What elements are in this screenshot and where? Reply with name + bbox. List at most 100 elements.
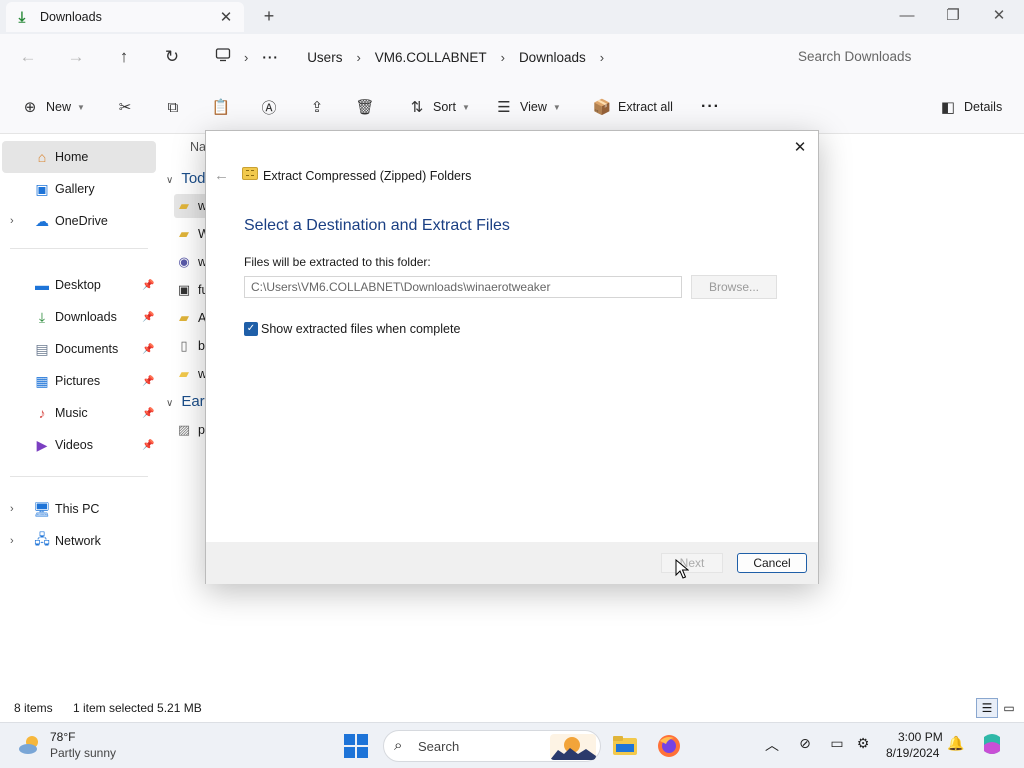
new-button[interactable]: ⊕ New ▼ bbox=[20, 94, 85, 120]
maximize-button[interactable]: ❐ bbox=[930, 4, 976, 28]
sort-button[interactable]: ⇅ Sort ▼ bbox=[407, 94, 470, 120]
sidebar-item-home[interactable]: ⌂ Home bbox=[2, 141, 156, 173]
sidebar-item-downloads[interactable]: ⤓ Downloads 📌 bbox=[2, 301, 156, 333]
weather-description[interactable]: Partly sunny bbox=[50, 746, 116, 760]
sidebar-item-desktop[interactable]: ▬ Desktop 📌 bbox=[2, 269, 156, 301]
chevron-right-icon[interactable]: › bbox=[501, 50, 505, 65]
copilot-icon[interactable] bbox=[978, 731, 1006, 759]
divider bbox=[10, 248, 148, 249]
partly-sunny-icon[interactable] bbox=[18, 733, 42, 757]
selection-info: 1 item selected 5.21 MB bbox=[73, 701, 202, 715]
browse-button[interactable]: Browse... bbox=[691, 275, 777, 299]
computer-icon[interactable] bbox=[212, 48, 234, 66]
close-tab-button[interactable]: ✕ bbox=[216, 8, 236, 26]
share-button[interactable]: ⇪ bbox=[307, 94, 327, 120]
weather-temperature[interactable]: 78°F bbox=[50, 730, 75, 744]
chevron-right-icon[interactable]: › bbox=[10, 503, 14, 515]
show-files-label[interactable]: Show extracted files when complete bbox=[261, 322, 460, 336]
network-icon: 🖧 bbox=[34, 531, 50, 547]
chevron-right-icon[interactable]: › bbox=[10, 215, 14, 227]
display-icon[interactable]: ▭ bbox=[827, 735, 847, 752]
sidebar-item-videos[interactable]: ▶ Videos 📌 bbox=[2, 429, 156, 461]
chevron-right-icon[interactable]: › bbox=[600, 50, 604, 65]
destination-path-field[interactable]: C:\Users\VM6.COLLABNET\Downloads\winaero… bbox=[244, 276, 682, 298]
cut-button[interactable]: ✂ bbox=[115, 94, 135, 120]
up-button[interactable]: ↑ bbox=[110, 44, 138, 70]
sidebar-item-this-pc[interactable]: › 🖥 This PC bbox=[2, 493, 156, 525]
sidebar-item-network[interactable]: › 🖧 Network bbox=[2, 525, 156, 557]
sort-icon: ⇅ bbox=[410, 99, 424, 116]
rename-button[interactable]: Ⓐ bbox=[259, 94, 279, 120]
tiles-view-button[interactable]: ▭ bbox=[998, 698, 1020, 718]
clock-date[interactable]: 8/19/2024 bbox=[886, 746, 939, 760]
file-icon: ▯ bbox=[180, 338, 188, 353]
firefox-icon[interactable] bbox=[654, 731, 684, 761]
taskbar: 78°F Partly sunny ⌕ Search ︿ ⊘ ▭ ⚙ 3:00 … bbox=[0, 722, 1024, 768]
chevron-right-icon[interactable]: › bbox=[244, 50, 248, 65]
tab-downloads[interactable]: ⤓ Downloads ✕ bbox=[6, 2, 244, 32]
delete-button[interactable]: 🗑 bbox=[355, 94, 375, 120]
paste-button[interactable]: 📋 bbox=[211, 94, 231, 120]
network-disconnected-icon[interactable]: ⊘ bbox=[795, 735, 815, 752]
dialog-heading: Select a Destination and Extract Files bbox=[244, 217, 510, 234]
dialog-close-button[interactable]: ✕ bbox=[788, 137, 812, 159]
chevron-down-icon: ▼ bbox=[461, 102, 470, 112]
more-options-button[interactable]: ··· bbox=[701, 94, 720, 120]
zip-folder-icon: ▰ bbox=[179, 198, 189, 213]
file-name: p bbox=[198, 423, 205, 437]
sidebar-item-documents[interactable]: ▤ Documents 📌 bbox=[2, 333, 156, 365]
sort-label: Sort bbox=[433, 100, 456, 114]
group-header-earlier[interactable]: ∨ Earl bbox=[166, 393, 208, 410]
forward-button[interactable]: → bbox=[62, 44, 90, 70]
view-button[interactable]: ☰ View ▼ bbox=[494, 94, 561, 120]
chevron-up-icon[interactable]: ︿ bbox=[762, 735, 782, 755]
cancel-button[interactable]: Cancel bbox=[737, 553, 807, 573]
copy-button[interactable]: ⧉ bbox=[163, 94, 183, 120]
extract-all-button[interactable]: 📦 Extract all bbox=[592, 94, 673, 120]
pin-icon[interactable]: 📌 bbox=[142, 280, 154, 291]
sidebar-item-gallery[interactable]: ▣ Gallery bbox=[2, 173, 156, 205]
start-button[interactable] bbox=[344, 734, 368, 758]
folder-icon: ▰ bbox=[179, 366, 189, 381]
sidebar-item-onedrive[interactable]: › ☁ OneDrive bbox=[2, 205, 156, 237]
notification-bell-icon[interactable]: 🔔 bbox=[946, 735, 966, 752]
refresh-button[interactable]: ↻ bbox=[158, 44, 186, 70]
chevron-right-icon[interactable]: › bbox=[356, 50, 360, 65]
group-header-today[interactable]: ∨ Tod bbox=[166, 170, 206, 187]
chevron-right-icon[interactable]: › bbox=[10, 535, 14, 547]
breadcrumb-item-users[interactable]: Users bbox=[307, 50, 342, 65]
command-bar: ⊕ New ▼ ✂ ⧉ 📋 Ⓐ ⇪ 🗑 ⇅ Sort ▼ ☰ View ▼ 📦 … bbox=[0, 80, 1024, 134]
breadcrumb-item-user[interactable]: VM6.COLLABNET bbox=[375, 50, 487, 65]
back-button[interactable]: ← bbox=[14, 44, 42, 70]
pin-icon[interactable]: 📌 bbox=[142, 376, 154, 387]
next-button[interactable]: Next bbox=[661, 553, 723, 573]
pin-icon[interactable]: 📌 bbox=[142, 344, 154, 355]
more-crumbs-button[interactable]: ··· bbox=[262, 50, 279, 65]
taskbar-search-label: Search bbox=[418, 739, 460, 754]
dialog-back-button[interactable]: ← bbox=[214, 167, 229, 184]
sidebar-item-music[interactable]: ♪ Music 📌 bbox=[2, 397, 156, 429]
new-tab-button[interactable]: + bbox=[258, 6, 280, 27]
accessibility-icon[interactable]: ⚙ bbox=[853, 735, 873, 752]
file-name: b bbox=[198, 339, 205, 353]
sidebar-item-pictures[interactable]: ▦ Pictures 📌 bbox=[2, 365, 156, 397]
pin-icon[interactable]: 📌 bbox=[142, 312, 154, 323]
details-label: Details bbox=[964, 100, 1003, 114]
pin-icon[interactable]: 📌 bbox=[142, 440, 154, 451]
details-button[interactable]: ◧ Details bbox=[938, 94, 1002, 120]
taskbar-search[interactable]: ⌕ Search bbox=[383, 730, 601, 762]
pin-icon[interactable]: 📌 bbox=[142, 408, 154, 419]
breadcrumb-item-downloads[interactable]: Downloads bbox=[519, 50, 586, 65]
column-header-name[interactable]: Na bbox=[190, 140, 206, 154]
scissors-icon: ✂ bbox=[118, 99, 132, 116]
file-explorer-icon[interactable] bbox=[610, 731, 640, 761]
search-input[interactable]: Search Downloads bbox=[786, 42, 1016, 72]
minimize-button[interactable]: — bbox=[884, 4, 930, 28]
details-view-button[interactable]: ☰ bbox=[976, 698, 998, 718]
show-files-checkbox[interactable]: ✓ bbox=[244, 322, 258, 336]
desktop-icon: ▬ bbox=[35, 277, 49, 293]
sidebar-item-label: Downloads bbox=[55, 310, 117, 324]
close-window-button[interactable]: ✕ bbox=[976, 4, 1022, 28]
extract-icon: 📦 bbox=[592, 99, 612, 116]
clock-time[interactable]: 3:00 PM bbox=[898, 730, 943, 744]
